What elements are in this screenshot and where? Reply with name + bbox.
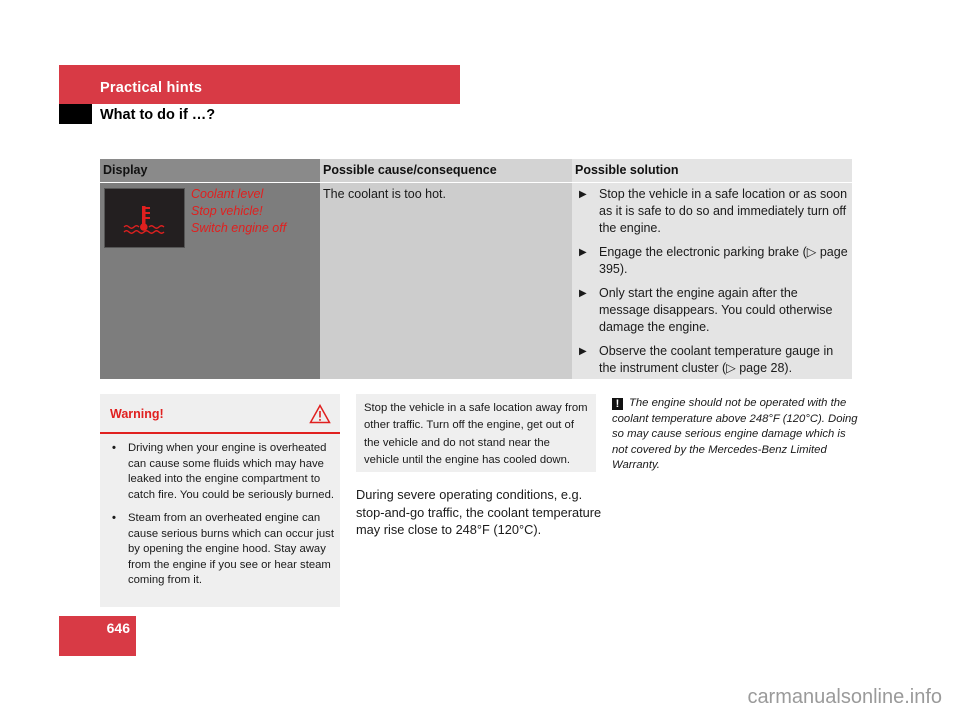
display-message: Stop vehicle! [191,204,263,218]
display-message: Coolant level [191,187,264,201]
arrow-bullet-icon: ▶ [579,247,587,258]
bullet-icon: • [112,442,116,454]
arrow-bullet-icon: ▶ [579,189,587,200]
warning-item: • Steam from an overheated engine can ca… [110,511,336,589]
arrow-bullet-icon: ▶ [579,346,587,357]
table-header: Display Possible cause/consequence Possi… [100,159,852,182]
notice-text: The engine should not be operated with t… [612,397,858,471]
warning-box: Warning! • Driving when your engine is o… [100,394,340,607]
solution-text: Engage the electronic parking brake (▷ p… [599,245,848,276]
column-header-display: Display [100,159,320,182]
page-number: 646 [106,620,130,636]
solution-text: Observe the coolant temperature gauge in… [599,344,834,375]
solution-cell: ▶ Stop the vehicle in a safe location or… [572,183,852,379]
bullet-icon: • [112,512,116,524]
safety-note: Stop the vehicle in a safe location away… [356,394,596,472]
page-number-box: 646 [59,616,136,656]
warning-item: • Driving when your engine is overheated… [110,441,336,503]
warning-triangle-icon [309,403,331,429]
solution-item: ▶ Engage the electronic parking brake (▷… [577,244,849,278]
warning-list: • Driving when your engine is overheated… [110,441,336,597]
solution-item: ▶ Only start the engine again after the … [577,285,849,336]
column-header-cause: Possible cause/consequence [320,159,572,182]
display-messages-table: Display Possible cause/consequence Possi… [100,159,852,379]
solution-item: ▶ Observe the coolant temperature gauge … [577,343,849,377]
display-message: Switch engine off [191,221,287,235]
coolant-temperature-warning-icon [104,188,185,248]
section-title: Practical hints [100,80,203,96]
body-paragraph: During severe operating conditions, e.g.… [356,487,602,537]
damage-notice: ! The engine should not be operated with … [612,396,858,474]
warning-header: Warning! [100,394,340,434]
display-messages: Coolant level Stop vehicle! Switch engin… [191,186,286,237]
exclamation-icon: ! [612,398,623,410]
section-marker [59,104,92,124]
subsection-title: What to do if …? [100,107,216,123]
warning-title: Warning! [110,407,164,421]
solution-item: ▶ Stop the vehicle in a safe location or… [577,186,849,237]
watermark: carmanualsonline.info [747,686,942,708]
display-cell: Coolant level Stop vehicle! Switch engin… [100,183,320,379]
table-row: Coolant level Stop vehicle! Switch engin… [100,183,852,379]
column-header-solution: Possible solution [572,159,852,182]
warning-text: Steam from an overheated engine can caus… [128,512,334,586]
arrow-bullet-icon: ▶ [579,288,587,299]
cause-cell: The coolant is too hot. [320,183,572,379]
warning-text: Driving when your engine is overheated c… [128,442,334,501]
solution-text: Stop the vehicle in a safe location or a… [599,187,848,235]
solution-text: Only start the engine again after the me… [599,286,833,334]
